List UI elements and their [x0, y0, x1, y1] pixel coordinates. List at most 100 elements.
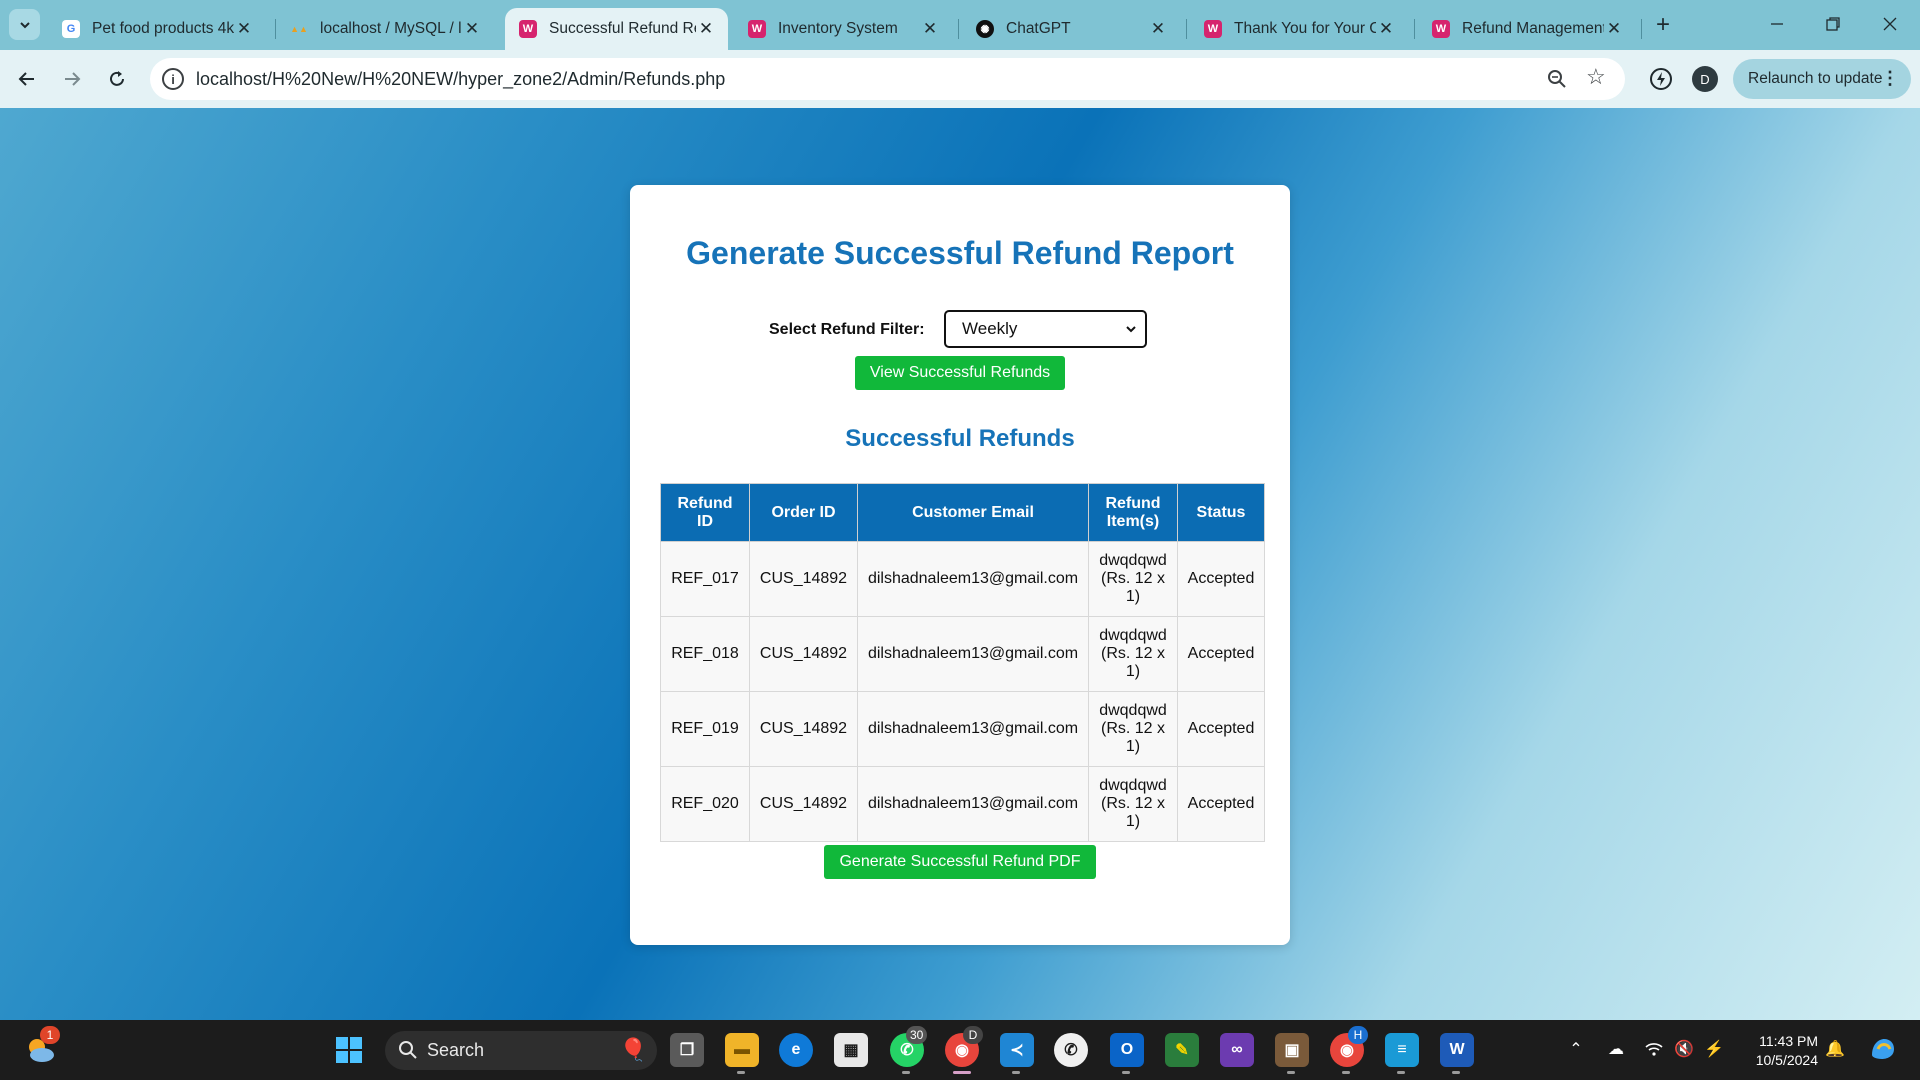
vscode-icon[interactable]: ≺: [1000, 1033, 1034, 1067]
close-icon[interactable]: ✕: [462, 19, 482, 39]
tab-pet-food[interactable]: G Pet food products 4k ✕: [48, 8, 266, 50]
close-icon[interactable]: ✕: [1148, 19, 1168, 39]
copilot-icon[interactable]: [1866, 1034, 1900, 1064]
tab-label: localhost / MySQL / l: [320, 20, 462, 37]
sticky-app-icon[interactable]: ✎: [1165, 1033, 1199, 1067]
running-indicator: [1012, 1071, 1020, 1074]
tab-successful-refund[interactable]: W Successful Refund Re ✕: [505, 8, 728, 50]
tab-search-button[interactable]: [9, 9, 40, 40]
system-clock[interactable]: 11:43 PM 10/5/2024: [1748, 1032, 1818, 1070]
chevron-up-icon[interactable]: ⌃: [1564, 1037, 1588, 1061]
restore-button[interactable]: [1813, 9, 1853, 39]
bookmark-star-icon[interactable]: ☆: [1586, 64, 1606, 90]
status-cell: Accepted: [1177, 541, 1265, 617]
clock-time: 11:43 PM: [1759, 1033, 1818, 1049]
close-icon[interactable]: ✕: [920, 19, 940, 39]
running-indicator: [1122, 1071, 1130, 1074]
search-label: Search: [427, 1040, 485, 1060]
table-row: REF_017 CUS_14892 dilshadnaleem13@gmail.…: [660, 541, 1265, 617]
tab-label: Thank You for Your C: [1234, 20, 1376, 37]
table-row: REF_018 CUS_14892 dilshadnaleem13@gmail.…: [660, 616, 1265, 692]
email-cell: dilshadnaleem13@gmail.com: [857, 616, 1089, 692]
address-bar[interactable]: i localhost/H%20New/H%20NEW/hyper_zone2/…: [150, 58, 1625, 100]
chatgpt-icon: ✺: [976, 20, 994, 38]
refund-filter-select[interactable]: Weekly: [944, 310, 1147, 348]
column-header-order-id: Order ID: [749, 483, 858, 542]
notification-bell-icon[interactable]: 🔔: [1823, 1037, 1847, 1061]
task-view-icon[interactable]: ❐: [670, 1033, 704, 1067]
order-id-cell: CUS_14892: [749, 541, 858, 617]
tab-inventory-system[interactable]: W Inventory System ✕: [734, 8, 952, 50]
speaker-muted-icon[interactable]: 🔇: [1672, 1037, 1696, 1061]
copilot-glyph: [1872, 1039, 1894, 1059]
refund-id-cell: REF_019: [660, 691, 750, 767]
minimize-button[interactable]: [1757, 9, 1797, 39]
whatsapp-desktop-icon[interactable]: ✆: [1054, 1033, 1088, 1067]
tab-strip: G Pet food products 4k ✕ ▲▲ localhost / …: [0, 0, 1920, 50]
profile-avatar[interactable]: D: [1692, 66, 1718, 92]
tab-label: ChatGPT: [1006, 20, 1071, 37]
page-title: Generate Successful Refund Report: [686, 235, 1234, 271]
order-id-cell: CUS_14892: [749, 616, 858, 692]
close-icon[interactable]: ✕: [234, 19, 254, 39]
refund-id-cell: REF_017: [660, 541, 750, 617]
tab-divider: [958, 19, 959, 39]
chevron-down-icon: [19, 21, 30, 28]
more-menu-icon[interactable]: ⋮: [1881, 68, 1899, 89]
close-window-button[interactable]: [1870, 9, 1910, 39]
taskbar-search[interactable]: Search 🎈: [385, 1031, 657, 1070]
running-indicator: [1342, 1071, 1350, 1074]
wamp-icon: W: [748, 20, 766, 38]
microsoft-store-icon[interactable]: ▦: [834, 1033, 868, 1067]
wifi-icon[interactable]: [1642, 1037, 1666, 1061]
close-icon[interactable]: ✕: [1604, 19, 1624, 39]
browser-toolbar: i localhost/H%20New/H%20NEW/hyper_zone2/…: [0, 50, 1920, 108]
edge-icon[interactable]: e: [779, 1033, 813, 1067]
view-successful-refunds-button[interactable]: View Successful Refunds: [855, 356, 1065, 390]
running-indicator: [902, 1071, 910, 1074]
tab-chatgpt[interactable]: ✺ ChatGPT ✕: [962, 8, 1180, 50]
tab-divider: [1641, 19, 1642, 39]
close-icon[interactable]: ✕: [1376, 19, 1396, 39]
items-cell: dwqdqwd (Rs. 12 x 1): [1088, 616, 1178, 692]
column-header-refund-items: Refund Item(s): [1088, 483, 1178, 542]
items-cell: dwqdqwd (Rs. 12 x 1): [1088, 541, 1178, 617]
forward-button[interactable]: [55, 62, 89, 96]
relaunch-button[interactable]: Relaunch to update ⋮: [1733, 59, 1911, 99]
new-tab-button[interactable]: +: [1649, 11, 1677, 39]
close-icon[interactable]: ✕: [696, 19, 716, 39]
items-cell: dwqdqwd (Rs. 12 x 1): [1088, 691, 1178, 767]
items-cell: dwqdqwd (Rs. 12 x 1): [1088, 766, 1178, 842]
tab-divider: [1186, 19, 1187, 39]
table-header-row: Refund ID Order ID Customer Email Refund…: [660, 483, 1265, 542]
outlook-icon[interactable]: O: [1110, 1033, 1144, 1067]
generate-pdf-button[interactable]: Generate Successful Refund PDF: [824, 845, 1096, 879]
start-button[interactable]: [332, 1033, 366, 1067]
visual-studio-icon[interactable]: ∞: [1220, 1033, 1254, 1067]
address-url[interactable]: localhost/H%20New/H%20NEW/hyper_zone2/Ad…: [196, 69, 725, 90]
back-button[interactable]: [10, 62, 44, 96]
notepad-icon[interactable]: ≡: [1385, 1033, 1419, 1067]
restore-icon: [1826, 17, 1840, 31]
extension-icon[interactable]: [1647, 65, 1675, 93]
chrome-profile-badge: H: [1348, 1026, 1368, 1044]
order-id-cell: CUS_14892: [749, 691, 858, 767]
clock-date: 10/5/2024: [1755, 1052, 1818, 1068]
running-indicator: [1397, 1071, 1405, 1074]
tab-refund-management[interactable]: W Refund Management ✕: [1418, 8, 1636, 50]
onedrive-icon[interactable]: ☁: [1604, 1037, 1628, 1061]
site-info-icon[interactable]: i: [162, 68, 184, 90]
minimize-icon: [1771, 23, 1783, 25]
battery-icon[interactable]: ⚡: [1702, 1037, 1726, 1061]
tab-phpmyadmin[interactable]: ▲▲ localhost / MySQL / l ✕: [276, 8, 494, 50]
running-indicator: [953, 1071, 971, 1074]
tab-thank-you[interactable]: W Thank You for Your C ✕: [1190, 8, 1408, 50]
tab-label: Pet food products 4k: [92, 20, 234, 37]
filter-label: Select Refund Filter:: [769, 321, 925, 338]
photo-app-icon[interactable]: ▣: [1275, 1033, 1309, 1067]
zoom-icon[interactable]: [1545, 67, 1569, 91]
reload-button[interactable]: [100, 62, 134, 96]
file-explorer-icon[interactable]: ▬: [725, 1033, 759, 1067]
word-icon[interactable]: W: [1440, 1033, 1474, 1067]
forward-arrow-icon: [65, 72, 81, 86]
